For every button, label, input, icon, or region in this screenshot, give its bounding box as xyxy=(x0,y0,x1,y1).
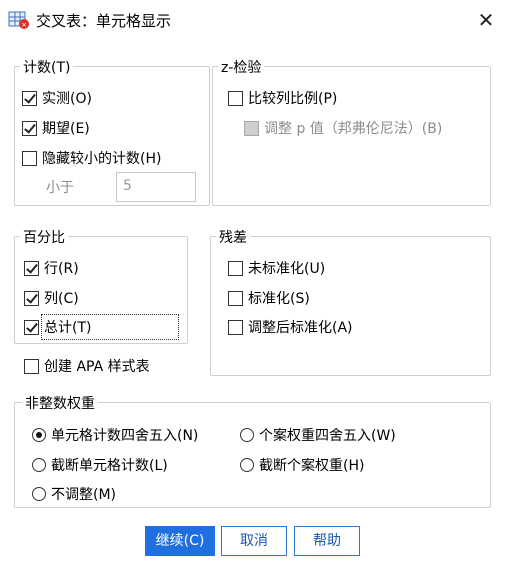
observed-label: 实测(O) xyxy=(42,91,92,107)
ztest-legend: z-检验 xyxy=(218,57,265,77)
apa-check-icon xyxy=(24,358,39,374)
round-cell-label: 单元格计数四舍五入(N) xyxy=(51,428,199,444)
round-case-radio-icon xyxy=(240,428,254,442)
less-than-input[interactable]: 5 xyxy=(116,172,196,202)
row-label: 行(R) xyxy=(44,261,79,277)
cancel-button[interactable]: 取消 xyxy=(221,526,287,556)
noninteger-legend: 非整数权重 xyxy=(22,393,98,413)
column-percent-checkbox[interactable]: 列(C) xyxy=(24,288,79,308)
title-bar: × 交叉表：单元格显示 ✕ xyxy=(0,0,505,40)
help-button[interactable]: 帮助 xyxy=(294,526,360,556)
unstandardized-check-icon xyxy=(228,260,243,276)
percentages-legend: 百分比 xyxy=(20,227,68,247)
standardized-checkbox[interactable]: 标准化(S) xyxy=(228,288,310,308)
counts-legend: 计数(T) xyxy=(20,57,74,77)
adjusted-check-icon xyxy=(228,319,243,335)
round-cell-radio-icon xyxy=(32,428,46,442)
compare-label: 比较列比例(P) xyxy=(248,91,338,107)
total-check-icon xyxy=(24,319,39,335)
column-check-icon xyxy=(24,290,39,306)
less-than-label: 小于 xyxy=(46,180,74,196)
expected-label: 期望(E) xyxy=(42,121,90,137)
round-cell-radio[interactable]: 单元格计数四舍五入(N) xyxy=(32,425,198,445)
truncate-case-radio-icon xyxy=(240,458,254,472)
round-case-radio[interactable]: 个案权重四舍五入(W) xyxy=(240,425,396,445)
standardized-check-icon xyxy=(228,290,243,306)
total-label: 总计(T) xyxy=(41,314,179,340)
hide-small-check-icon xyxy=(22,150,37,166)
expected-check-icon xyxy=(22,120,37,136)
adjusted-label: 调整后标准化(A) xyxy=(248,320,353,336)
row-check-icon xyxy=(24,260,39,276)
total-percent-checkbox[interactable]: 总计(T) xyxy=(24,314,179,340)
no-adjust-radio-icon xyxy=(32,487,46,501)
standardized-label: 标准化(S) xyxy=(248,291,310,307)
unstandardized-checkbox[interactable]: 未标准化(U) xyxy=(228,258,325,278)
apa-checkbox[interactable]: 创建 APA 样式表 xyxy=(24,356,150,376)
adjust-check-icon xyxy=(244,120,259,136)
column-label: 列(C) xyxy=(44,291,79,307)
truncate-case-radio[interactable]: 截断个案权重(H) xyxy=(240,455,364,475)
svg-text:×: × xyxy=(21,21,27,29)
residuals-legend: 残差 xyxy=(216,227,250,247)
row-percent-checkbox[interactable]: 行(R) xyxy=(24,258,79,278)
round-case-label: 个案权重四舍五入(W) xyxy=(259,428,396,444)
truncate-case-label: 截断个案权重(H) xyxy=(259,458,365,474)
close-icon: ✕ xyxy=(477,8,495,32)
hide-small-label: 隐藏较小的计数(H) xyxy=(42,151,162,167)
continue-button[interactable]: 继续(C) xyxy=(145,526,215,556)
truncate-cell-radio-icon xyxy=(32,458,46,472)
truncate-cell-radio[interactable]: 截断单元格计数(L) xyxy=(32,455,168,475)
compare-proportions-checkbox[interactable]: 比较列比例(P) xyxy=(228,88,337,108)
close-button[interactable]: ✕ xyxy=(472,6,500,34)
truncate-cell-label: 截断单元格计数(L) xyxy=(51,458,168,474)
expected-checkbox[interactable]: 期望(E) xyxy=(22,118,90,138)
app-icon: × xyxy=(8,11,29,29)
adjust-p-checkbox[interactable]: 调整 p 值（邦弗伦尼法）(B) xyxy=(244,118,442,138)
compare-check-icon xyxy=(228,90,243,106)
unstandardized-label: 未标准化(U) xyxy=(248,261,326,277)
observed-checkbox[interactable]: 实测(O) xyxy=(22,88,92,108)
no-adjust-radio[interactable]: 不调整(M) xyxy=(32,484,116,504)
no-adjust-label: 不调整(M) xyxy=(51,487,117,503)
observed-check-icon xyxy=(22,90,37,106)
hide-small-checkbox[interactable]: 隐藏较小的计数(H) xyxy=(22,148,161,168)
apa-label: 创建 APA 样式表 xyxy=(44,359,150,375)
adjust-label: 调整 p 值（邦弗伦尼法）(B) xyxy=(264,121,443,137)
window-title: 交叉表：单元格显示 xyxy=(36,12,172,30)
adjusted-standardized-checkbox[interactable]: 调整后标准化(A) xyxy=(228,317,353,337)
